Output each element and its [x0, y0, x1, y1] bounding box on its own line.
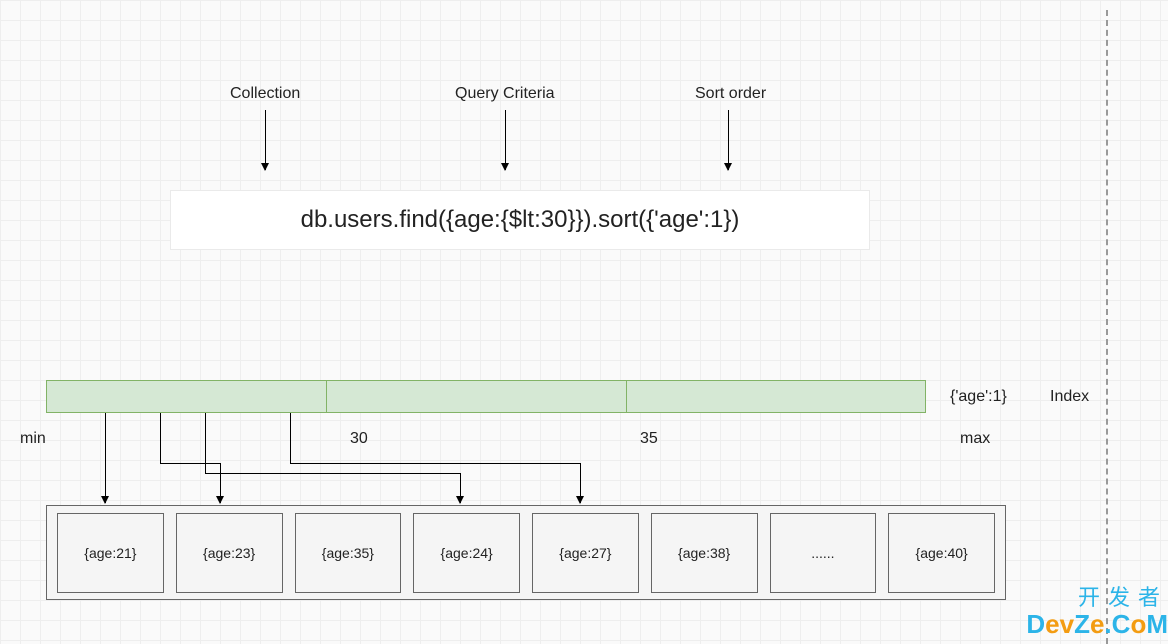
- connector-4b: [290, 463, 580, 464]
- arrow-collection: [265, 110, 266, 170]
- label-criteria: Query Criteria: [455, 85, 555, 103]
- doc-item: {age:23}: [176, 513, 283, 593]
- connector-4a: [290, 413, 291, 463]
- doc-item: {age:24}: [413, 513, 520, 593]
- arrow-sort: [728, 110, 729, 170]
- doc-item: {age:27}: [532, 513, 639, 593]
- doc-item: {age:21}: [57, 513, 164, 593]
- connector-4c: [580, 463, 581, 503]
- label-collection: Collection: [230, 85, 300, 103]
- index-segment-1: [47, 381, 327, 412]
- label-mid1: 30: [350, 430, 368, 448]
- query-text-box: db.users.find({age:{$lt:30}}).sort({'age…: [170, 190, 870, 250]
- connector-2c: [220, 463, 221, 503]
- label-sort: Sort order: [695, 85, 766, 103]
- doc-item: {age:40}: [888, 513, 995, 593]
- connector-1: [105, 413, 106, 503]
- connector-3c: [460, 473, 461, 503]
- connector-3a: [205, 413, 206, 473]
- index-segment-2: [327, 381, 627, 412]
- watermark-top: 开发者: [1026, 586, 1168, 610]
- documents-strip: {age:21} {age:23} {age:35} {age:24} {age…: [46, 505, 1006, 600]
- query-text: db.users.find({age:{$lt:30}}).sort({'age…: [301, 206, 740, 234]
- label-mid2: 35: [640, 430, 658, 448]
- connector-2b: [160, 463, 220, 464]
- watermark: 开发者 DevZe.CoM: [1026, 586, 1168, 639]
- connector-2a: [160, 413, 161, 463]
- watermark-bottom: DevZe.CoM: [1026, 610, 1168, 639]
- label-index-key: {'age':1}: [950, 388, 1007, 406]
- label-max: max: [960, 430, 990, 448]
- index-segment-3: [627, 381, 925, 412]
- arrow-criteria: [505, 110, 506, 170]
- index-bar: [46, 380, 926, 413]
- label-index: Index: [1050, 388, 1089, 406]
- doc-item: {age:38}: [651, 513, 758, 593]
- doc-item: {age:35}: [295, 513, 402, 593]
- doc-item: ......: [770, 513, 877, 593]
- connector-3b: [205, 473, 460, 474]
- label-min: min: [20, 430, 46, 448]
